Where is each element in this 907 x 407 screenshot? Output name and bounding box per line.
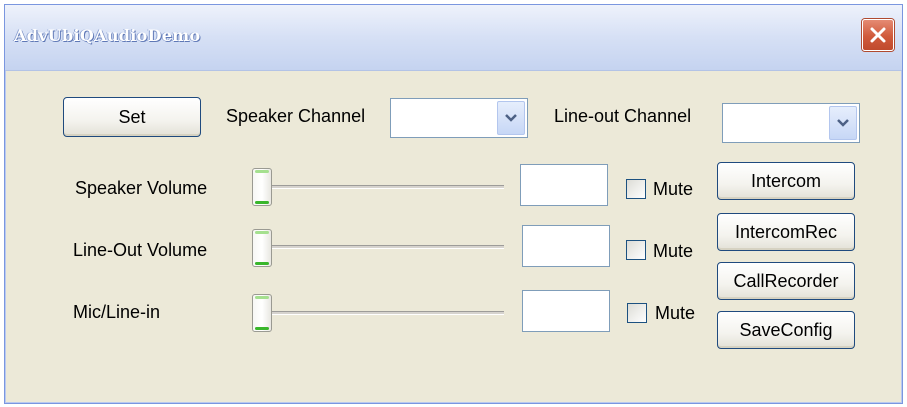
line-out-volume-label: Line-Out Volume [73, 240, 208, 260]
close-button[interactable] [862, 19, 894, 51]
line-out-channel-select[interactable] [722, 103, 860, 143]
line-out-channel-dropdown-button[interactable] [829, 106, 857, 140]
mic-line-in-value-field[interactable] [522, 290, 610, 332]
speaker-mute-label: Mute [653, 179, 694, 199]
mic-line-in-mute-label: Mute [655, 303, 696, 323]
call-recorder-button-label: CallRecorder [733, 270, 839, 291]
line-out-channel-label: Line-out Channel [554, 106, 692, 126]
mic-line-in-slider-thumb[interactable] [252, 294, 272, 332]
mic-line-in-label: Mic/Line-in [73, 302, 161, 322]
mic-line-in-track [259, 311, 504, 315]
line-out-mute-label: Mute [653, 241, 694, 261]
close-x-icon [870, 27, 886, 43]
intercom-button[interactable]: Intercom [717, 162, 855, 200]
intercom-rec-button[interactable]: IntercomRec [717, 213, 855, 251]
chevron-down-icon [837, 119, 849, 127]
speaker-volume-track [259, 185, 504, 189]
line-out-volume-slider-thumb[interactable] [252, 229, 272, 267]
line-out-volume-value-field[interactable] [522, 225, 610, 267]
set-button[interactable]: Set [63, 97, 201, 137]
line-out-volume-track [259, 245, 504, 249]
call-recorder-button[interactable]: CallRecorder [717, 262, 855, 300]
line-out-mute-checkbox[interactable] [626, 240, 646, 260]
intercom-rec-button-label: IntercomRec [734, 221, 838, 242]
mic-line-in-mute-checkbox[interactable] [627, 303, 647, 323]
speaker-volume-slider-thumb[interactable] [252, 168, 272, 206]
save-config-button-label: SaveConfig [739, 319, 833, 340]
save-config-button[interactable]: SaveConfig [717, 311, 855, 349]
app-window: AdvUbiQAudioDemo Set Speaker Channel Lin… [4, 4, 903, 404]
speaker-mute-checkbox[interactable] [626, 179, 646, 199]
window-title: AdvUbiQAudioDemo [14, 26, 201, 45]
set-button-label: Set [118, 106, 146, 127]
intercom-button-label: Intercom [750, 170, 822, 191]
speaker-channel-dropdown-button[interactable] [497, 101, 525, 135]
speaker-channel-select[interactable] [390, 98, 528, 138]
chevron-down-icon [505, 114, 517, 122]
speaker-channel-label: Speaker Channel [226, 106, 366, 126]
title-bar[interactable]: AdvUbiQAudioDemo [5, 5, 902, 71]
speaker-volume-value-field[interactable] [520, 164, 608, 206]
speaker-volume-label: Speaker Volume [75, 178, 208, 198]
